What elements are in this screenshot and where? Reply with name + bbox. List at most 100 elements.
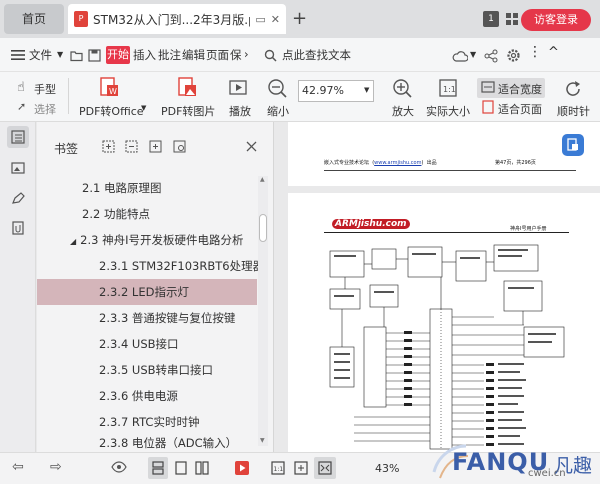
settings-icon[interactable] — [506, 48, 521, 63]
tab-home[interactable]: 首页 — [4, 4, 64, 34]
zoom-in-icon[interactable] — [392, 78, 412, 98]
fit-width-label[interactable]: 适合宽度 — [498, 81, 542, 97]
tab-document[interactable]: P STM32从入门到...2年3月版.pdf ▭ ✕ — [68, 4, 286, 34]
menu-page[interactable]: 页面 — [206, 47, 229, 63]
bookmark-item[interactable]: 2.3.6 供电电源 — [37, 383, 257, 409]
save-icon[interactable] — [88, 49, 101, 62]
next-view-icon[interactable]: ⇨ — [50, 459, 62, 475]
menu-protect[interactable]: 保 — [230, 47, 242, 63]
share-icon[interactable] — [484, 49, 498, 63]
hand-icon[interactable]: ☝ — [17, 80, 25, 95]
bookmark-label: 2.1 电路原理图 — [82, 181, 162, 195]
rotate-clockwise-icon[interactable] — [562, 78, 584, 100]
close-panel-icon[interactable] — [246, 141, 257, 152]
hand-tool-label[interactable]: 手型 — [34, 81, 56, 97]
pdf-to-office-label[interactable]: PDF转Office — [79, 103, 144, 119]
status-zoom-value[interactable]: 43% — [375, 462, 399, 475]
fit-page-icon[interactable] — [481, 100, 495, 114]
zoom-out-label[interactable]: 缩小 — [267, 103, 289, 119]
bookmark-item[interactable]: 2.3.1 STM32F103RBT6处理器 — [37, 253, 264, 279]
bookmark-item[interactable]: 2.3.3 普通按键与复位按键 — [37, 305, 257, 331]
search-icon[interactable] — [264, 49, 277, 62]
arm-logo-text: ARMjishu.com — [332, 219, 410, 229]
bookmark-expand-marker[interactable]: ◢ — [70, 237, 76, 246]
bookmark-item[interactable]: 2.2 功能特点 — [37, 201, 257, 227]
play-slideshow-icon[interactable] — [235, 461, 249, 475]
bookmark-item-expanded[interactable]: ◢ 2.3 神舟I号开发板硬件电路分析 — [37, 227, 257, 253]
menu-more-chevron-icon[interactable]: › — [244, 47, 249, 61]
more-options-icon[interactable]: ⋮ — [528, 44, 542, 60]
bookmark-item[interactable]: 2.3.4 USB接口 — [37, 331, 257, 357]
eye-icon[interactable] — [111, 461, 127, 473]
annotation-pen-icon[interactable] — [11, 191, 25, 205]
zoom-chevron-icon[interactable]: ▼ — [364, 86, 369, 94]
search-text-input[interactable]: 点此查找文本 — [282, 47, 351, 63]
bookmark-item[interactable]: 2.1 电路原理图 — [37, 175, 257, 201]
fit-page-small-icon[interactable] — [294, 461, 308, 475]
schematic-top-rule — [324, 232, 569, 233]
cloud-icon[interactable] — [452, 50, 468, 62]
hamburger-icon[interactable] — [11, 49, 25, 61]
cloud-chevron-icon[interactable]: ▼ — [470, 50, 476, 59]
pdf-to-image-icon[interactable] — [176, 76, 198, 98]
add-bookmark-icon[interactable] — [149, 140, 162, 153]
bookmark-settings-icon[interactable] — [173, 140, 186, 153]
circuit-schematic — [329, 244, 565, 450]
tab-document-title: STM32从入门到...2年3月版.pdf — [93, 12, 251, 27]
schematic-title: 神舟I号用户手册 — [510, 226, 547, 232]
play-label[interactable]: 播放 — [229, 103, 251, 119]
watermark-domain: cwei.cn — [528, 468, 566, 479]
two-page-icon[interactable] — [195, 461, 209, 475]
cursor-icon[interactable]: ➚ — [17, 100, 26, 113]
previous-view-icon[interactable]: ⇦ — [12, 459, 24, 475]
bookmark-list-icon[interactable] — [11, 130, 25, 144]
actual-size-small-icon[interactable]: 1:1 — [271, 461, 285, 475]
visitor-login-button[interactable]: 访客登录 — [521, 9, 591, 31]
menu-edit[interactable]: 编辑 — [182, 47, 205, 63]
chevron-down-icon[interactable]: ▼ — [57, 50, 63, 59]
expand-all-icon[interactable] — [102, 140, 115, 153]
floating-tool-button[interactable] — [562, 134, 584, 156]
scroll-up-icon[interactable]: ▲ — [260, 176, 265, 183]
window-count-badge[interactable]: 1 — [483, 11, 499, 27]
fit-page-label[interactable]: 适合页面 — [498, 101, 542, 117]
bookmark-item[interactable]: 2.3.8 电位器（ADC输入） — [37, 435, 257, 452]
bookmark-label: 2.3.6 供电电源 — [99, 389, 178, 403]
menu-file[interactable]: 文件 — [29, 47, 52, 63]
fit-width-icon[interactable] — [481, 80, 495, 94]
folder-icon[interactable] — [70, 49, 83, 62]
bookmark-item[interactable]: 2.3.7 RTC实时时钟 — [37, 409, 257, 435]
menu-start[interactable]: 开始 — [106, 46, 130, 64]
bookmark-item[interactable]: 2.3.5 USB转串口接口 — [37, 357, 257, 383]
single-page-icon[interactable] — [174, 461, 188, 475]
monitor-icon[interactable]: ▭ — [255, 13, 265, 26]
zoom-out-icon[interactable] — [267, 78, 287, 98]
close-tab-icon[interactable]: ✕ — [271, 13, 280, 26]
pdf-office-chevron-icon[interactable]: ▼ — [141, 104, 146, 112]
panel-title: 书签 — [54, 142, 79, 156]
menu-bar: 文件 ▼ 开始 插入 批注 编辑 页面 保 › 点此查找文本 ▼ ⋮ ^ — [0, 38, 600, 72]
collapse-ribbon-icon[interactable]: ^ — [548, 45, 559, 60]
grid-icon[interactable] — [505, 12, 519, 26]
rotate-clockwise-label[interactable]: 顺时针 — [557, 103, 590, 119]
continuous-page-icon[interactable] — [151, 461, 165, 475]
bookmark-item-selected[interactable]: 2.3.2 LED指示灯 — [37, 279, 257, 305]
attachment-icon[interactable] — [11, 221, 25, 235]
panel-scrollbar-thumb[interactable] — [259, 214, 267, 242]
page-header-url[interactable]: www.armjishu.com — [374, 160, 421, 166]
actual-size-label[interactable]: 实际大小 — [426, 103, 470, 119]
select-tool-label[interactable]: 选择 — [34, 101, 56, 117]
new-tab-button[interactable]: + — [292, 8, 307, 29]
zoom-in-label[interactable]: 放大 — [392, 103, 414, 119]
pdf-to-image-label[interactable]: PDF转图片 — [161, 103, 215, 119]
menu-insert[interactable]: 插入 — [133, 47, 156, 63]
actual-size-icon[interactable]: 1:1 — [438, 78, 458, 98]
thumbnail-icon[interactable] — [11, 161, 25, 175]
pdf-to-office-icon[interactable]: W — [98, 76, 120, 98]
scroll-down-icon[interactable]: ▼ — [260, 437, 265, 444]
play-icon[interactable] — [228, 78, 248, 98]
fit-width-small-icon[interactable] — [318, 461, 332, 475]
menu-annotate[interactable]: 批注 — [158, 47, 181, 63]
zoom-level-input[interactable]: 42.97% — [298, 80, 374, 102]
collapse-all-icon[interactable] — [125, 140, 138, 153]
